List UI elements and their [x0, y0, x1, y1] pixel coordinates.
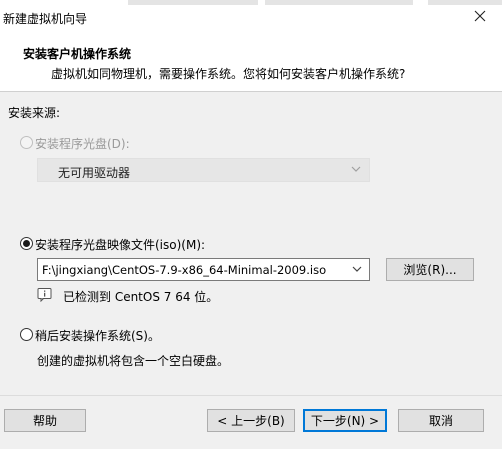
radio-install-later-label: 稍后安装操作系统(S)。: [35, 329, 160, 343]
help-button[interactable]: 帮助: [4, 409, 86, 432]
close-icon: [474, 10, 486, 21]
os-detected-text: 已检测到 CentOS 7 64 位。: [63, 290, 219, 304]
background-window-edge: [265, 0, 413, 5]
cancel-button[interactable]: 取消: [398, 409, 484, 432]
browse-button[interactable]: 浏览(R)...: [386, 258, 474, 281]
drive-select[interactable]: 无可用驱动器: [37, 158, 370, 182]
radio-install-later[interactable]: [20, 328, 33, 341]
wizard-header: 安装客户机操作系统 虚拟机如同物理机，需要操作系统。您将如何安装客户机操作系统?: [0, 31, 502, 92]
blank-disk-note: 创建的虚拟机将包含一个空白硬盘。: [37, 354, 230, 368]
info-message-icon: [37, 288, 52, 302]
page-title: 安装客户机操作系统: [23, 47, 132, 61]
chevron-down-icon[interactable]: [350, 262, 364, 276]
iso-path-value: F:\jingxiang\CentOS-7.9-x86_64-Minimal-2…: [42, 263, 327, 277]
title-bar: 新建虚拟机向导: [0, 0, 502, 31]
divider: [0, 395, 502, 396]
radio-iso-image[interactable]: [20, 237, 33, 250]
window-title: 新建虚拟机向导: [3, 12, 88, 26]
radio-iso-image-label: 安装程序光盘映像文件(iso)(M):: [35, 238, 206, 252]
chevron-down-icon: [351, 166, 361, 172]
drive-select-value: 无可用驱动器: [58, 166, 131, 180]
back-button[interactable]: < 上一步(B): [207, 409, 295, 432]
background-window-edge: [128, 0, 258, 5]
install-source-label: 安装来源:: [8, 106, 61, 120]
next-button[interactable]: 下一步(N) >: [303, 409, 387, 432]
radio-installer-disc[interactable]: [20, 136, 33, 149]
radio-installer-disc-label: 安装程序光盘(D):: [35, 137, 130, 151]
page-subtitle: 虚拟机如同物理机，需要操作系统。您将如何安装客户机操作系统?: [51, 67, 406, 81]
close-button[interactable]: [458, 0, 502, 31]
iso-path-combobox[interactable]: F:\jingxiang\CentOS-7.9-x86_64-Minimal-2…: [37, 258, 370, 281]
